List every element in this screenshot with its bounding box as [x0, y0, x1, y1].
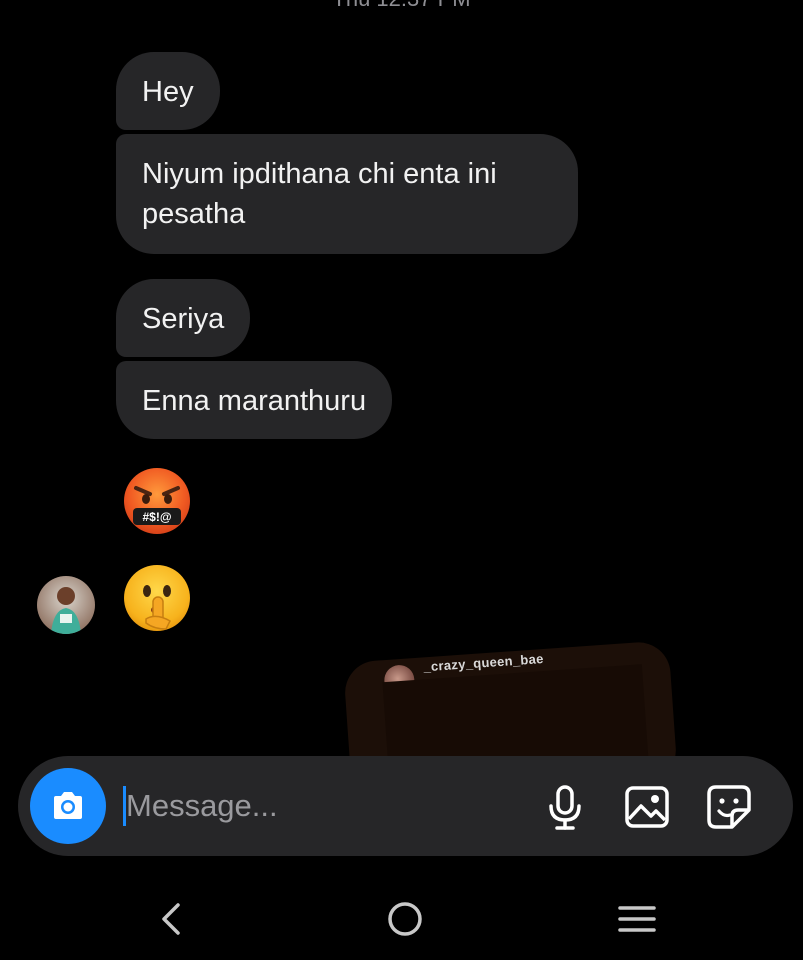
- story-username: _crazy_queen_bae: [422, 651, 545, 675]
- microphone-button[interactable]: [540, 782, 590, 832]
- microphone-icon: [549, 785, 581, 830]
- nav-back-button[interactable]: [141, 889, 201, 949]
- sticker-icon: [707, 785, 751, 829]
- emoji-symbols: #$!@: [142, 510, 171, 524]
- gallery-button[interactable]: [622, 782, 672, 832]
- gallery-icon: [625, 786, 669, 828]
- timestamp: Thu 12:37 PM: [0, 0, 803, 12]
- face-with-symbols-on-mouth-emoji[interactable]: #$!@: [122, 466, 192, 536]
- back-icon: [162, 903, 180, 935]
- message-bubble[interactable]: Enna maranthuru: [116, 361, 393, 439]
- message-bubble[interactable]: Hey: [116, 52, 220, 130]
- camera-icon: [54, 792, 82, 819]
- sticker-button[interactable]: [704, 782, 754, 832]
- shushing-face-emoji[interactable]: [122, 563, 192, 633]
- message-bubble[interactable]: Seriya: [116, 279, 251, 357]
- nav-recent-apps-button[interactable]: [607, 889, 667, 949]
- recent-apps-icon: [618, 906, 656, 932]
- message-input[interactable]: [126, 784, 506, 828]
- camera-button[interactable]: [30, 768, 106, 844]
- home-icon: [388, 902, 422, 936]
- message-bubble[interactable]: Niyum ipdithana chi enta ini pesatha: [116, 134, 578, 254]
- nav-home-button[interactable]: [375, 889, 435, 949]
- avatar[interactable]: [37, 576, 95, 634]
- message-composer: [18, 756, 793, 856]
